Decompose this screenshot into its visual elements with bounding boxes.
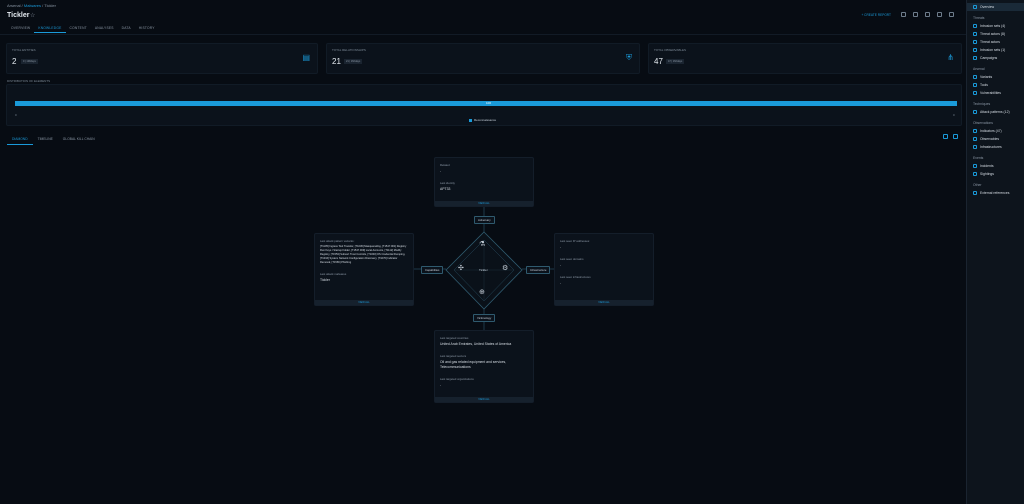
sidebar-item-label: Sightings [980, 172, 994, 176]
sidebar-item-label: Indicators (47) [980, 129, 1002, 133]
sidebar-item[interactable]: Tools [967, 81, 1024, 89]
threat-actor-icon [973, 32, 977, 36]
view-all-infrastructure[interactable]: VIEW ALL [555, 300, 653, 305]
sidebar-item-label: Variants [980, 75, 993, 79]
sidebar-item-label: Vulnerabilities [980, 91, 1001, 95]
main-area: Arsenal / Malwares / Tickler Tickler ☆ O… [0, 0, 966, 504]
intrusion-set-icon [973, 48, 977, 52]
view-all-capabilities[interactable]: VIEW ALL [315, 300, 413, 305]
attack-pattern-icon [973, 110, 977, 114]
sidebar-item[interactable]: Threat actors [967, 38, 1024, 46]
sidebar-item[interactable]: Vulnerabilities [967, 89, 1024, 97]
field-key: Last attack pattern variants: [320, 239, 355, 243]
label-capabilities: Capabilities [421, 266, 444, 274]
card-adversary: Related - Last identity APT33 VIEW ALL [434, 157, 534, 207]
victimology-icon: ⊕ [479, 289, 485, 296]
sidebar-item[interactable]: Sightings [967, 170, 1024, 178]
field-key: Last targeted organizations [440, 377, 474, 381]
field-key: Last targeted countries [440, 336, 469, 340]
sighting-icon [973, 172, 977, 176]
sidebar-item[interactable]: Intrusion sets (1) [967, 46, 1024, 54]
field-value: [T1105] Ingress Tool Transfer, [T1036] M… [320, 245, 407, 264]
sidebar-item-label: Threat actors [980, 40, 1000, 44]
view-all-victimology[interactable]: VIEW ALL [435, 397, 533, 402]
vulnerability-icon [973, 91, 977, 95]
card-infrastructure: Last seen IP addresses: - Last seen doma… [554, 233, 654, 306]
field-value: - [440, 169, 442, 173]
card-victimology: Last targeted countries United Arab Emir… [434, 330, 534, 403]
field-key: Last targeted sectors [440, 354, 467, 358]
field-value: - [560, 281, 562, 285]
intrusion-set-icon [973, 24, 977, 28]
field-key: Last seen domains [560, 257, 584, 261]
field-value: Tickler [320, 278, 330, 282]
sidebar-section-other: Other [973, 183, 982, 187]
sidebar-item[interactable]: Campaigns [967, 54, 1024, 62]
field-key: Last seen IP addresses: [560, 239, 590, 243]
sidebar-item-overview[interactable]: Overview [967, 3, 1024, 11]
infrastructure-icon: ⚙ [502, 265, 509, 272]
sidebar-item[interactable]: Variants [967, 73, 1024, 81]
card-capabilities: Last attack pattern variants: [T1105] In… [314, 233, 414, 306]
field-key: Related [440, 163, 450, 167]
sidebar-item[interactable]: Incidents [967, 162, 1024, 170]
incident-icon [973, 164, 977, 168]
sidebar-item-label: Threat actors (8) [980, 32, 1006, 36]
sidebar-section-threats: Threats [973, 16, 985, 20]
sidebar-item[interactable]: Intrusion sets (4) [967, 22, 1024, 30]
field-key: Last attack malwares [320, 272, 347, 276]
sidebar-item[interactable]: External references [967, 189, 1024, 197]
field-value: - [560, 245, 562, 249]
overview-icon [973, 5, 977, 9]
field-value: APT33 [440, 187, 451, 191]
diamond-center-label: Tickler [479, 268, 488, 272]
sidebar-item-label: Campaigns [980, 56, 998, 60]
external-reference-icon [973, 191, 977, 195]
sidebar-item-label: Tools [980, 83, 988, 87]
indicator-icon [973, 129, 977, 133]
variant-icon [973, 75, 977, 79]
field-key: Last seen infrastructures [560, 275, 591, 279]
capabilities-icon: ✣ [458, 265, 464, 272]
sidebar-item[interactable]: Indicators (47) [967, 127, 1024, 135]
field-value: - [440, 383, 442, 387]
infrastructure-icon [973, 145, 977, 149]
sidebar-section-techniques: Techniques [973, 102, 991, 106]
tool-icon [973, 83, 977, 87]
sidebar-item-label: Intrusion sets (4) [980, 24, 1006, 28]
sidebar-section-observations: Observations [973, 121, 993, 125]
view-all-adversary[interactable]: VIEW ALL [435, 201, 533, 206]
sidebar-item-label: External references [980, 191, 1010, 195]
sidebar-item[interactable]: Threat actors (8) [967, 30, 1024, 38]
sidebar-item-label: Observables [980, 137, 1000, 141]
observable-icon [973, 137, 977, 141]
sidebar-item[interactable]: Infrastructures [967, 143, 1024, 151]
sidebar-item[interactable]: Observables [967, 135, 1024, 143]
label-infrastructure: Infrastructure [526, 266, 551, 274]
field-value: United Arab Emirates, United States of A… [440, 342, 512, 346]
field-key: Last identity [440, 181, 455, 185]
adversary-icon: ⚗ [479, 241, 486, 248]
field-value: - [560, 263, 562, 267]
sidebar-section-arsenal: Arsenal [973, 67, 985, 71]
sidebar-item-label: Attack patterns (12) [980, 110, 1010, 114]
diamond-graphic [413, 207, 554, 330]
label-adversary: Adversary [474, 216, 495, 224]
right-sidebar: Overview Threats Intrusion sets (4) Thre… [966, 0, 1024, 504]
label-victimology: Victimology [473, 314, 496, 322]
field-value: Oil and gas related equipment and servic… [440, 360, 507, 369]
sidebar-item[interactable]: Attack patterns (12) [967, 108, 1024, 116]
sidebar-section-events: Events [973, 156, 984, 160]
sidebar-item-label: Overview [980, 5, 995, 9]
threat-actor-icon [973, 40, 977, 44]
sidebar-item-label: Infrastructures [980, 145, 1002, 149]
sidebar-item-label: Intrusion sets (1) [980, 48, 1006, 52]
campaign-icon [973, 56, 977, 60]
sidebar-item-label: Incidents [980, 164, 994, 168]
